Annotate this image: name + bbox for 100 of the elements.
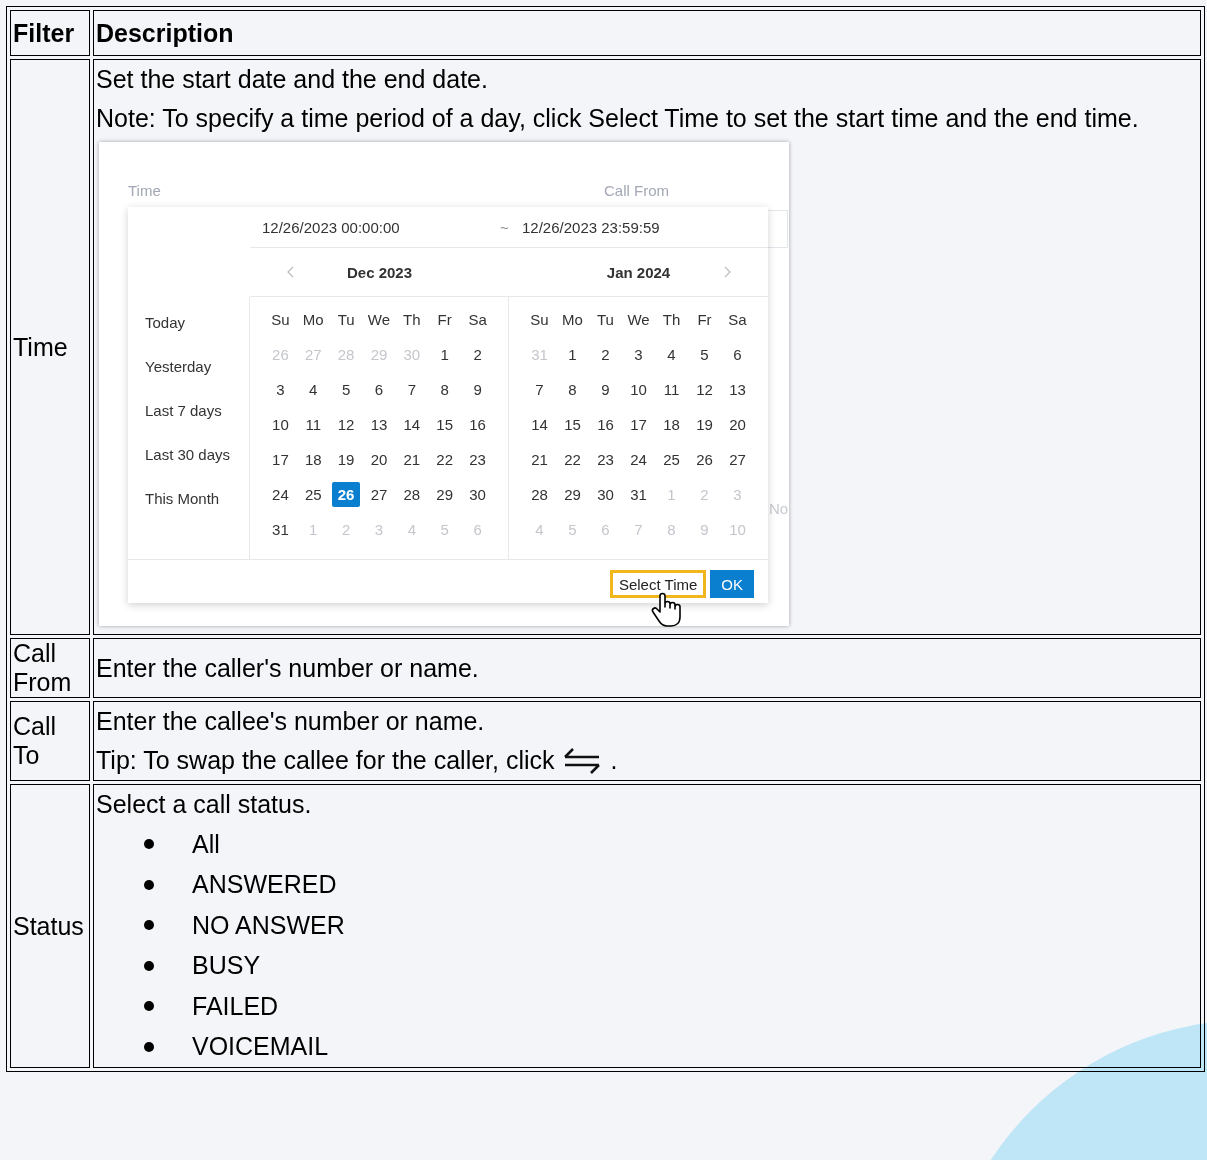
calendar-day[interactable]: 29 xyxy=(430,482,459,507)
filter-name: Call From xyxy=(13,639,72,696)
calendar-day[interactable]: 21 xyxy=(397,447,426,472)
description-text: Note: To specify a time period of a day, click Select Time to set the start time and the end time. xyxy=(96,103,1140,134)
status-option: VOICEMAIL xyxy=(192,1032,329,1062)
filter-name: Time xyxy=(13,332,68,361)
calendar-day[interactable]: 31 xyxy=(624,482,653,507)
shortcut-option[interactable]: Last 7 days xyxy=(145,399,249,423)
calendar-day[interactable]: 4 xyxy=(299,377,328,402)
weekday-label: Th xyxy=(402,310,422,330)
calendar-day[interactable]: 6 xyxy=(365,377,393,402)
calendar-day[interactable]: 15 xyxy=(430,412,459,437)
select-time-button[interactable]: Select Time xyxy=(609,570,707,598)
calendar-day[interactable]: 19 xyxy=(690,412,719,437)
calendar-day[interactable]: 26 xyxy=(332,482,361,507)
calendar-day[interactable]: 13 xyxy=(365,412,393,437)
calendar-day[interactable]: 2 xyxy=(591,342,620,367)
chevron-left-icon[interactable] xyxy=(286,266,294,278)
calendar-day[interactable]: 18 xyxy=(299,447,328,472)
bullet-icon xyxy=(144,920,154,931)
tip-text: Tip: To swap the callee for the caller, click xyxy=(96,745,555,776)
status-option: FAILED xyxy=(192,991,279,1021)
weekday-label: Mo xyxy=(301,310,325,330)
calendar-day[interactable]: 21 xyxy=(525,447,554,472)
calendar-day[interactable]: 22 xyxy=(430,447,459,472)
calendar-day[interactable]: 12 xyxy=(332,412,361,437)
calendar-day[interactable]: 7 xyxy=(397,377,426,402)
shortcut-option[interactable]: Yesterday xyxy=(145,355,249,379)
calendar-day[interactable]: 23 xyxy=(463,447,492,472)
calendar-day[interactable]: 31 xyxy=(266,517,295,542)
status-option: ANSWERED xyxy=(192,870,337,900)
calendar-day[interactable]: 17 xyxy=(624,412,653,437)
calendar-day[interactable]: 10 xyxy=(266,412,295,437)
calendar-day[interactable]: 1 xyxy=(558,342,587,367)
weekday-label: Fr xyxy=(436,310,453,330)
calendar-day[interactable]: 14 xyxy=(397,412,426,437)
calendar-day[interactable]: 8 xyxy=(430,377,459,402)
weekday-label: Su xyxy=(529,310,550,330)
calendar-day[interactable]: 30 xyxy=(463,482,492,507)
calendar-day[interactable]: 14 xyxy=(525,412,554,437)
calendar-day[interactable]: 5 xyxy=(332,377,361,402)
calendar-day[interactable]: 20 xyxy=(365,447,393,472)
calendar-day[interactable]: 24 xyxy=(624,447,653,472)
calendar-day[interactable]: 12 xyxy=(690,377,719,402)
weekday-label: We xyxy=(626,310,651,330)
weekday-label: Tu xyxy=(336,310,356,330)
calendar-day[interactable]: 25 xyxy=(299,482,328,507)
calendar-day[interactable]: 2 xyxy=(463,342,492,367)
calendar-day[interactable]: 19 xyxy=(332,447,361,472)
calendar-day[interactable]: 3 xyxy=(266,377,295,402)
calendar-day[interactable]: 18 xyxy=(657,412,686,437)
calendar-day[interactable]: 9 xyxy=(591,377,620,402)
calendar-day[interactable]: 9 xyxy=(463,377,492,402)
status-option: BUSY xyxy=(192,951,261,981)
calendar-day[interactable]: 1 xyxy=(430,342,459,367)
chevron-right-icon[interactable] xyxy=(724,266,732,278)
shortcut-option[interactable]: Last 30 days xyxy=(145,443,249,467)
end-datetime[interactable]: 12/26/2023 23:59:59 xyxy=(522,218,660,236)
calendar-day[interactable]: 11 xyxy=(657,377,686,402)
calendar-day[interactable]: 20 xyxy=(723,412,752,437)
calendar-day[interactable]: 17 xyxy=(266,447,295,472)
weekday-label: Th xyxy=(661,310,682,330)
description-text: Enter the callee's number or name. xyxy=(96,706,486,737)
calendar-day[interactable]: 30 xyxy=(591,482,620,507)
start-datetime[interactable]: 12/26/2023 00:00:00 xyxy=(262,218,500,236)
calendar-day[interactable]: 6 xyxy=(723,342,752,367)
calendar-day[interactable]: 23 xyxy=(591,447,620,472)
calendar-day[interactable]: 16 xyxy=(591,412,620,437)
punctuation-text: . xyxy=(610,745,618,776)
calendar-day[interactable]: 29 xyxy=(558,482,587,507)
calendar-day[interactable]: 3 xyxy=(624,342,653,367)
calendar-day[interactable]: 15 xyxy=(558,412,587,437)
calendar-day[interactable]: 13 xyxy=(723,377,752,402)
calendar-day[interactable]: 28 xyxy=(525,482,554,507)
weekday-label: Tu xyxy=(596,310,615,330)
weekday-label: Su xyxy=(270,310,291,330)
bullet-icon xyxy=(144,879,154,890)
calendar-day[interactable]: 27 xyxy=(723,447,752,472)
calendar-day[interactable]: 25 xyxy=(657,447,686,472)
calendar-day[interactable]: 7 xyxy=(525,377,554,402)
calendar-day[interactable]: 26 xyxy=(690,447,719,472)
calendar-day[interactable]: 24 xyxy=(266,482,295,507)
ok-button[interactable]: OK xyxy=(710,570,754,598)
calendar-day[interactable]: 10 xyxy=(624,377,653,402)
calendar-day[interactable]: 27 xyxy=(365,482,393,507)
calendar-day[interactable]: 11 xyxy=(299,412,328,437)
calendar-day[interactable]: 4 xyxy=(657,342,686,367)
calendar-day[interactable]: 28 xyxy=(397,482,426,507)
calendar-day[interactable]: 5 xyxy=(690,342,719,367)
form-label: Call From xyxy=(604,182,669,199)
month-title: Dec 2023 xyxy=(346,263,413,281)
bullet-icon xyxy=(144,1001,154,1012)
calendar-day[interactable]: 8 xyxy=(558,377,587,402)
calendar-day[interactable]: 16 xyxy=(463,412,492,437)
month-title: Jan 2024 xyxy=(606,263,671,281)
calendar-day[interactable]: 22 xyxy=(558,447,587,472)
shortcut-option[interactable]: Today xyxy=(145,311,249,335)
description-text: Enter the caller's number or name. xyxy=(96,652,480,684)
shortcut-option[interactable]: This Month xyxy=(145,487,249,511)
weekday-label: Mo xyxy=(561,310,584,330)
